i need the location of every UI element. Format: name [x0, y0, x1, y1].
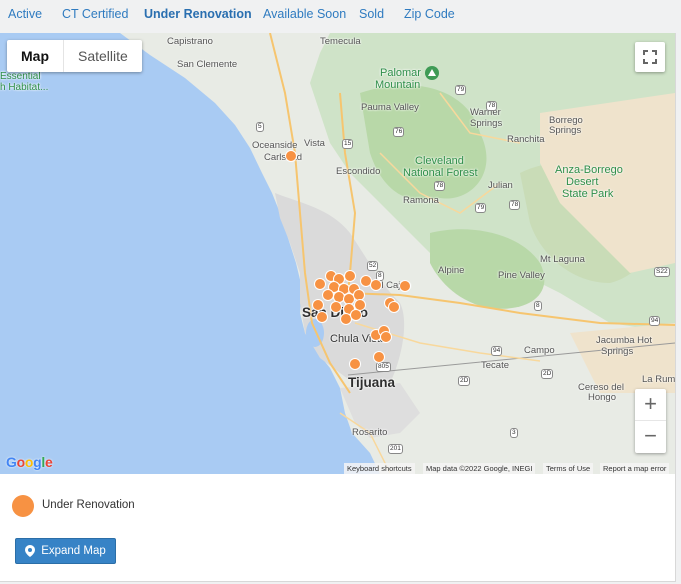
- place-essential: Essential: [0, 71, 41, 82]
- map-type-control: Map Satellite: [7, 40, 142, 72]
- place-pauma-valley: Pauma Valley: [361, 102, 419, 113]
- google-logo: Google: [6, 454, 53, 470]
- property-marker[interactable]: [312, 299, 324, 311]
- place-julian: Julian: [488, 180, 513, 191]
- place-alpine: Alpine: [438, 265, 465, 276]
- place-state-park: State Park: [562, 188, 614, 200]
- place-mountain: Mountain: [375, 79, 421, 91]
- property-marker[interactable]: [349, 358, 361, 370]
- legend-label: Under Renovation: [42, 499, 135, 511]
- tab-active[interactable]: Active: [8, 7, 42, 21]
- property-marker[interactable]: [350, 309, 362, 321]
- zoom-control: + −: [635, 389, 666, 453]
- tab-zip-code[interactable]: Zip Code: [404, 7, 455, 21]
- status-tabs: Active CT Certified Under Renovation Ava…: [0, 0, 681, 30]
- place-tijuana: Tijuana: [348, 375, 396, 390]
- tab-sold[interactable]: Sold: [359, 7, 384, 21]
- tab-available-soon[interactable]: Available Soon: [263, 7, 346, 21]
- place-tecate: Tecate: [481, 360, 509, 371]
- highway-shield: 8: [534, 301, 542, 311]
- highway-shield: 79: [475, 203, 487, 213]
- place-ranchita: Ranchita: [507, 134, 545, 145]
- place-vista: Vista: [304, 138, 325, 149]
- place-anza-borrego: Anza-Borrego: [555, 164, 623, 176]
- keyboard-shortcuts-link[interactable]: Keyboard shortcuts: [344, 463, 415, 474]
- highway-shield: 78: [434, 181, 446, 191]
- highway-shield: 78: [509, 200, 521, 210]
- property-marker[interactable]: [399, 280, 411, 292]
- highway-shield: 94: [649, 316, 661, 326]
- place-borrego-springs: Springs: [549, 125, 582, 136]
- property-marker[interactable]: [388, 301, 400, 313]
- place-warner-springs: Springs: [470, 118, 503, 129]
- tab-ct-certified[interactable]: CT Certified: [62, 7, 128, 21]
- place-temecula: Temecula: [320, 36, 361, 47]
- property-marker[interactable]: [285, 150, 297, 162]
- highway-shield: 79: [455, 85, 467, 95]
- place-pine-valley: Pine Valley: [498, 270, 545, 281]
- property-marker[interactable]: [316, 311, 328, 323]
- place-hongo: Hongo: [588, 392, 616, 403]
- map-type-map-button[interactable]: Map: [7, 40, 64, 72]
- map-marker-icon: [25, 545, 36, 557]
- property-marker[interactable]: [344, 270, 356, 282]
- place-jacumba: Jacumba Hot: [596, 335, 652, 346]
- property-marker[interactable]: [380, 331, 392, 343]
- highway-shield: 94: [491, 346, 503, 356]
- map-canvas[interactable]: Capistrano Temecula San Clemente Essenti…: [0, 33, 675, 474]
- place-ramona: Ramona: [403, 195, 439, 206]
- report-map-error-link[interactable]: Report a map error: [600, 463, 670, 474]
- place-la-rumorosa: La Rumoro: [642, 374, 675, 385]
- highway-shield: 2D: [541, 369, 554, 379]
- terms-of-use-link[interactable]: Terms of Use: [543, 463, 594, 474]
- highway-shield: S22: [654, 267, 670, 277]
- fullscreen-button[interactable]: [635, 42, 665, 72]
- highway-shield: 78: [486, 101, 498, 111]
- map-panel: Capistrano Temecula San Clemente Essenti…: [0, 33, 676, 582]
- map-type-satellite-button[interactable]: Satellite: [64, 40, 142, 72]
- zoom-in-button[interactable]: +: [635, 389, 666, 421]
- highway-shield: 201: [388, 444, 403, 454]
- highway-shield: 805: [376, 362, 391, 372]
- highway-shield: 52: [367, 261, 379, 271]
- highway-shield: 3: [510, 428, 518, 438]
- place-escondido: Escondido: [336, 166, 381, 177]
- zoom-out-button[interactable]: −: [635, 421, 666, 453]
- property-marker[interactable]: [314, 278, 326, 290]
- property-marker[interactable]: [370, 279, 382, 291]
- property-marker[interactable]: [373, 351, 385, 363]
- highway-shield: 5: [256, 122, 264, 132]
- place-mt-laguna: Mt Laguna: [540, 254, 585, 265]
- expand-map-label: Expand Map: [41, 545, 106, 557]
- legend-color-dot: [12, 495, 34, 517]
- place-rosarito: Rosarito: [352, 427, 388, 438]
- place-habitat: h Habitat...: [0, 82, 49, 93]
- place-palomar: Palomar: [380, 67, 421, 79]
- place-desert: Desert: [566, 176, 599, 188]
- place-campo: Campo: [524, 345, 555, 356]
- place-jacumba-springs: Springs: [601, 346, 634, 357]
- tab-under-renovation[interactable]: Under Renovation: [144, 7, 252, 21]
- fullscreen-icon: [643, 50, 657, 64]
- place-san-clemente: San Clemente: [177, 59, 238, 70]
- map-data-attribution: Map data ©2022 Google, INEGI: [423, 463, 536, 474]
- place-cleveland: Cleveland: [415, 155, 464, 167]
- highway-shield: 2D: [458, 376, 471, 386]
- place-capistrano: Capistrano: [167, 36, 213, 47]
- property-marker[interactable]: [330, 301, 342, 313]
- highway-shield: 15: [342, 139, 354, 149]
- expand-map-button[interactable]: Expand Map: [15, 538, 116, 564]
- highway-shield: 76: [393, 127, 405, 137]
- place-national-forest: National Forest: [403, 167, 478, 179]
